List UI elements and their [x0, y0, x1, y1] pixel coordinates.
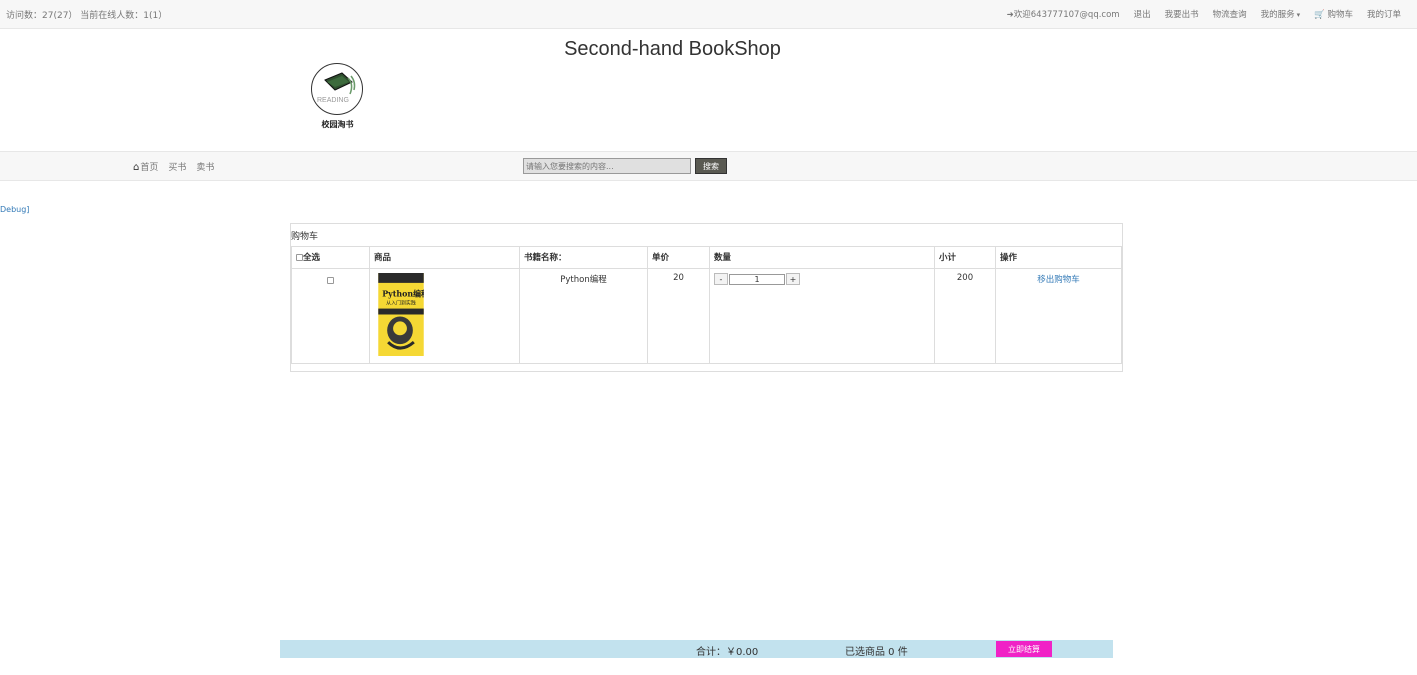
- site-title: Second-hand BookShop: [564, 38, 781, 60]
- select-all-checkbox[interactable]: [296, 254, 303, 261]
- cart-total: 合计：￥0.00: [696, 647, 759, 658]
- qty-minus-button[interactable]: -: [714, 273, 728, 285]
- site-logo[interactable]: READING: [311, 63, 363, 115]
- action-header: 操作: [995, 246, 1122, 269]
- welcome-link[interactable]: ➜欢迎643777107@qq.com: [1007, 8, 1120, 20]
- checkout-bar: 合计：￥0.00 已选商品 0 件 立即结算: [280, 640, 1113, 658]
- my-service-dropdown[interactable]: 我的服务 ▾: [1261, 8, 1301, 20]
- my-orders-link[interactable]: 我的订单: [1367, 8, 1401, 20]
- row-select-cell: [291, 268, 370, 364]
- home-icon: ⌂: [133, 162, 140, 173]
- subtotal-header: 小计: [934, 246, 996, 269]
- svg-text:Python编程: Python编程: [382, 289, 424, 299]
- qty-plus-button[interactable]: +: [786, 273, 800, 285]
- product-header: 商品: [369, 246, 520, 269]
- checkout-button[interactable]: 立即结算: [996, 641, 1052, 657]
- cart-table-header: 全选 商品 书籍名称： 单价 数量 小计 操作: [291, 246, 1122, 269]
- action-cell: 移出购物车: [995, 268, 1122, 364]
- logo-caption: 校园淘书: [321, 119, 354, 129]
- remove-from-cart-link[interactable]: 移出购物车: [1037, 275, 1080, 285]
- select-all-header[interactable]: 全选: [291, 246, 370, 269]
- price-cell: 20: [647, 268, 710, 364]
- debug-link[interactable]: Debug]: [0, 205, 29, 214]
- top-nav: ➜欢迎643777107@qq.com 退出 我要出书 物流查询 我的服务 ▾ 🛒…: [1007, 8, 1401, 20]
- search-input[interactable]: [523, 158, 691, 174]
- table-row: Python编程 从入门到实践 Python编程 20 - 1 +: [291, 268, 1122, 364]
- quantity-cell: - 1 +: [709, 268, 935, 364]
- book-name-cell: Python编程: [519, 268, 648, 364]
- price-header: 单价: [647, 246, 710, 269]
- nav-sell[interactable]: 卖书: [196, 160, 214, 173]
- quantity-header: 数量: [709, 246, 935, 269]
- chevron-down-icon: ▾: [1296, 11, 1301, 19]
- login-icon: ➜: [1006, 10, 1014, 20]
- quantity-stepper: - 1 +: [714, 273, 930, 285]
- svg-text:从入门到实践: 从入门到实践: [386, 300, 416, 307]
- cart-heading: 购物车: [291, 232, 319, 242]
- selected-count: 已选商品 0 件: [845, 647, 908, 658]
- cart-icon: 🛒: [1314, 10, 1325, 20]
- cart-link[interactable]: 🛒 购物车: [1314, 8, 1353, 20]
- visit-stats: 访问数：27(27） 当前在线人数：1(1）: [6, 11, 168, 21]
- select-all-label: 全选: [303, 253, 321, 263]
- sell-book-link[interactable]: 我要出书: [1165, 8, 1199, 20]
- book-cover-image[interactable]: Python编程 从入门到实践: [378, 273, 429, 356]
- main-navbar: ⌂首页 买书 卖书 搜索: [0, 151, 1417, 181]
- nav-home[interactable]: ⌂首页: [133, 160, 158, 173]
- nav-buy[interactable]: 买书: [168, 160, 186, 173]
- search-button[interactable]: 搜索: [695, 158, 727, 174]
- svg-text:READING: READING: [317, 97, 349, 104]
- nav-home-label: 首页: [140, 163, 159, 173]
- product-cell: Python编程 从入门到实践: [369, 268, 520, 364]
- subtotal-cell: 200: [934, 268, 996, 364]
- my-service-label: 我的服务: [1260, 10, 1295, 20]
- cart-table: 全选 商品 书籍名称： 单价 数量 小计 操作 Python编程 从入门: [291, 246, 1122, 364]
- logout-link[interactable]: 退出: [1134, 8, 1151, 20]
- book-logo-icon: READING: [317, 72, 356, 104]
- row-checkbox[interactable]: [327, 277, 334, 284]
- logistics-link[interactable]: 物流查询: [1213, 8, 1247, 20]
- book-name-header: 书籍名称：: [519, 246, 648, 269]
- top-bar: 访问数：27(27） 当前在线人数：1(1） ➜欢迎643777107@qq.c…: [0, 0, 1417, 29]
- nav-links: ⌂首页 买书 卖书: [133, 160, 214, 173]
- qty-input[interactable]: 1: [729, 273, 785, 285]
- welcome-text: 欢迎643777107@qq.com: [1013, 10, 1120, 20]
- cart-panel: 购物车 全选 商品 书籍名称： 单价 数量 小计 操作 Python编 从入门到…: [290, 223, 1123, 372]
- cart-link-label: 购物车: [1327, 10, 1353, 20]
